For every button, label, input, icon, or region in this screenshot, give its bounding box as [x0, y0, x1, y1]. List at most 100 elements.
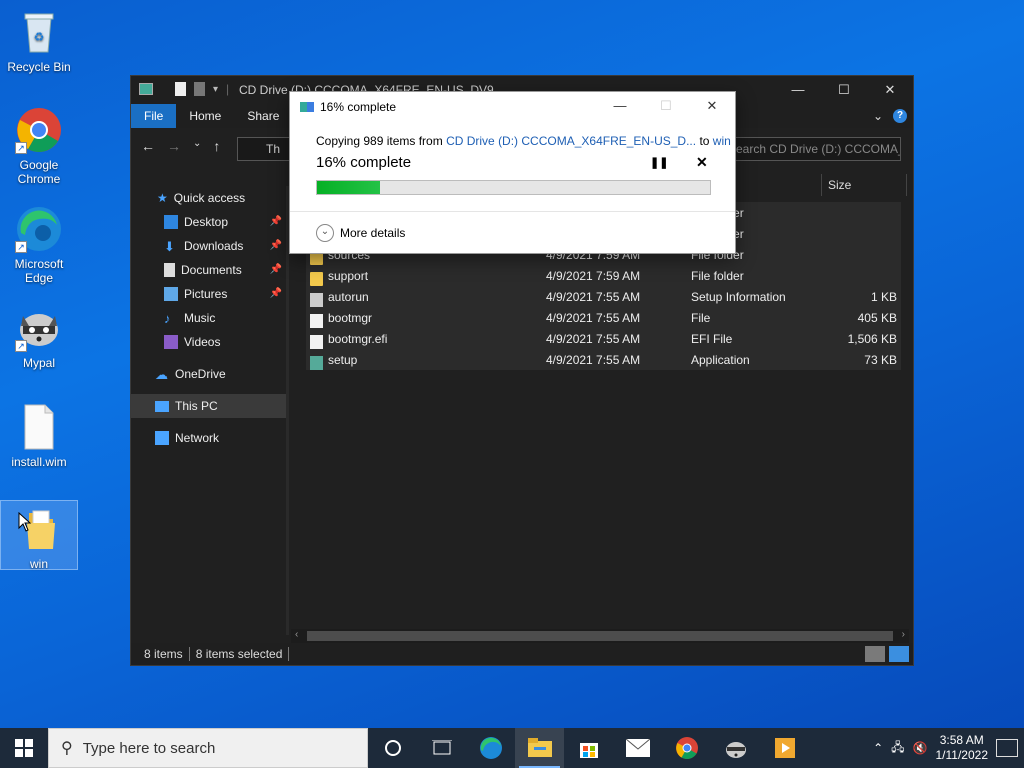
dialog-close-button[interactable]: ✕	[689, 92, 735, 122]
copy-prefix-text: Copying 989 items from	[316, 134, 447, 148]
scroll-right-icon[interactable]: ›	[902, 629, 905, 640]
pin-icon: 📌	[269, 216, 282, 227]
dialog-title-bar[interactable]: 16% complete — ☐ ✕	[290, 92, 735, 122]
new-folder-icon[interactable]	[194, 82, 205, 96]
details-view-button[interactable]	[865, 646, 885, 662]
file-row[interactable]: support 4/9/2021 7:59 AM File folder	[306, 265, 901, 286]
item-count: 8 items	[144, 647, 183, 661]
desktop-icon-edge[interactable]: ↗ Microsoft Edge	[1, 205, 77, 285]
pause-button[interactable]: ❚❚	[650, 156, 668, 169]
maximize-button[interactable]: ☐	[821, 76, 867, 104]
sidebar-item-onedrive[interactable]: ☁ OneDrive	[131, 362, 286, 386]
cortana-button[interactable]	[368, 728, 417, 768]
file-row[interactable]: bootmgr.efi 4/9/2021 7:55 AM EFI File 1,…	[306, 328, 901, 349]
network-status-icon[interactable]: 🖧	[891, 738, 904, 759]
expand-ribbon-icon[interactable]: ⌄	[873, 109, 883, 123]
file-row[interactable]: setup 4/9/2021 7:55 AM Application 73 KB	[306, 349, 901, 370]
sidebar-item-desktop[interactable]: Desktop 📌	[131, 210, 286, 234]
tab-share[interactable]: Share	[234, 104, 292, 128]
desktop-icon-chrome[interactable]: ↗ Google Chrome	[1, 106, 77, 186]
task-view-icon	[431, 740, 452, 755]
desktop-icon-label: win	[29, 557, 48, 571]
source-link[interactable]: CD Drive (D:) CCCOMA_X64FRE_EN-US_D...	[446, 134, 696, 148]
customize-qat-icon[interactable]: ▾	[213, 84, 218, 95]
destination-link[interactable]: win	[713, 134, 731, 148]
horizontal-scrollbar[interactable]: ‹ ›	[291, 629, 909, 643]
sidebar-item-label: Downloads	[184, 239, 244, 253]
mypal-raccoon-icon	[725, 742, 746, 758]
file-row[interactable]: autorun 4/9/2021 7:55 AM Setup Informati…	[306, 286, 901, 307]
help-icon[interactable]: ?	[893, 109, 907, 123]
taskbar-edge[interactable]	[466, 728, 515, 768]
taskbar-file-explorer[interactable]	[515, 728, 564, 768]
search-input[interactable]: Search CD Drive (D:) CCCOMA_X64...	[721, 137, 901, 161]
copy-progress-dialog[interactable]: 16% complete — ☐ ✕ Copying 989 items fro…	[289, 91, 736, 254]
clock[interactable]: 3:58 AM 1/11/2022	[936, 733, 989, 763]
tab-file[interactable]: File	[131, 104, 177, 128]
sidebar-item-videos[interactable]: Videos	[131, 330, 286, 354]
taskbar-search-box[interactable]: ⚲ Type here to search	[48, 728, 368, 768]
download-icon: ⬇	[164, 239, 175, 254]
desktop-icon-recycle-bin[interactable]: ♻ Recycle Bin	[1, 8, 77, 74]
scrollbar-thumb[interactable]	[307, 631, 893, 641]
taskbar-mail[interactable]	[613, 728, 662, 768]
sidebar-item-label: Pictures	[184, 287, 228, 301]
sidebar-item-this-pc[interactable]: This PC	[131, 394, 286, 418]
setup-application-icon	[310, 355, 323, 370]
large-icons-view-button[interactable]	[889, 646, 909, 662]
back-button[interactable]: ←	[141, 138, 155, 154]
file-row[interactable]: bootmgr 4/9/2021 7:55 AM File 405 KB	[306, 307, 901, 328]
tab-home[interactable]: Home	[176, 104, 234, 128]
address-bar[interactable]: Th	[237, 137, 297, 161]
clock-date: 1/11/2022	[935, 748, 989, 762]
taskbar-media-player[interactable]	[760, 728, 809, 768]
minimize-button[interactable]: —	[775, 76, 821, 104]
task-view-button[interactable]	[417, 728, 466, 768]
close-button[interactable]: ✕	[867, 76, 913, 104]
file-icon	[310, 334, 323, 349]
sidebar-item-music[interactable]: ♪ Music	[131, 306, 286, 330]
desktop-icon-label: Google Chrome	[17, 158, 61, 186]
sidebar-item-network[interactable]: Network	[131, 426, 286, 450]
shortcut-arrow-icon: ↗	[15, 340, 27, 352]
up-button[interactable]: ↑	[213, 138, 220, 154]
show-hidden-icons-button[interactable]: ⌃	[873, 741, 883, 755]
scroll-left-icon[interactable]: ‹	[295, 629, 298, 640]
desktop-icon-install-wim[interactable]: install.wim	[1, 403, 77, 469]
sidebar-item-documents[interactable]: Documents 📌	[131, 258, 286, 282]
taskbar-store[interactable]	[564, 728, 613, 768]
title-separator: |	[226, 82, 230, 96]
taskbar: ⚲ Type here to search ⌃ 🖧 🔇 3:58 AM 1/11…	[0, 728, 1024, 768]
notification-center-icon[interactable]	[996, 739, 1018, 757]
desktop-icon-mypal[interactable]: ↗ Mypal	[1, 304, 77, 370]
dialog-minimize-button[interactable]: —	[597, 92, 643, 122]
more-details-toggle[interactable]: ⌄ More details	[316, 224, 405, 242]
start-button[interactable]	[0, 728, 48, 768]
taskbar-mypal[interactable]	[711, 728, 760, 768]
column-header-size[interactable]: Size	[821, 174, 907, 196]
desktop-icon-label: install.wim	[11, 455, 67, 469]
cancel-copy-button[interactable]: ✕	[696, 154, 708, 171]
status-separator	[288, 647, 290, 661]
file-date: 4/9/2021 7:55 AM	[546, 310, 641, 325]
sidebar-item-pictures[interactable]: Pictures 📌	[131, 282, 286, 306]
percent-complete-text: 16% complete	[316, 154, 412, 171]
desktop-icon-win-folder[interactable]: win	[0, 500, 78, 571]
navigation-pane: ★ Quick access Desktop 📌 ⬇ Downloads 📌 D…	[131, 186, 286, 645]
desktop-icon-label: Microsoft Edge	[14, 257, 64, 285]
sidebar-item-quick-access[interactable]: ★ Quick access	[131, 186, 286, 210]
file-size: 1 KB	[870, 289, 897, 304]
recent-locations-icon[interactable]: ⌄	[193, 138, 201, 154]
mouse-cursor-icon	[18, 512, 32, 532]
taskbar-search-placeholder: Type here to search	[82, 739, 216, 757]
properties-icon[interactable]	[175, 82, 186, 96]
volume-muted-icon[interactable]: 🔇	[913, 741, 928, 755]
sidebar-item-downloads[interactable]: ⬇ Downloads 📌	[131, 234, 286, 258]
more-details-label: More details	[340, 226, 406, 240]
pin-icon: 📌	[269, 264, 282, 275]
chrome-icon: ↗	[15, 106, 63, 154]
file-type: Setup Information	[691, 289, 786, 304]
forward-button[interactable]: →	[167, 138, 181, 154]
taskbar-chrome[interactable]	[662, 728, 711, 768]
shortcut-arrow-icon: ↗	[15, 241, 27, 253]
